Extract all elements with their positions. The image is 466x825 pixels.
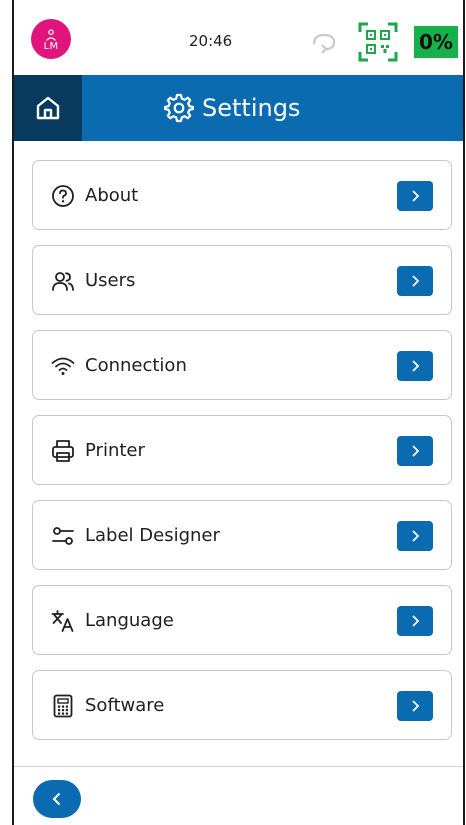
battery-indicator: 0% <box>414 26 458 58</box>
open-printer-button[interactable] <box>397 436 433 466</box>
footer-divider <box>14 766 463 767</box>
chevron-right-icon <box>412 530 420 542</box>
chevron-right-icon <box>412 615 420 627</box>
sliders-icon <box>52 527 74 545</box>
users-icon <box>52 272 74 291</box>
menu-item-about[interactable]: About <box>32 160 452 230</box>
menu-item-connection[interactable]: Connection <box>32 330 452 400</box>
wifi-icon <box>51 357 75 375</box>
user-avatar[interactable]: LM <box>31 19 71 59</box>
settings-menu: About Users Connection Printer Label Des… <box>32 160 452 755</box>
chevron-left-icon <box>52 792 61 806</box>
menu-item-language[interactable]: Language <box>32 585 452 655</box>
chevron-right-icon <box>412 700 420 712</box>
open-users-button[interactable] <box>397 266 433 296</box>
gear-icon <box>164 93 194 123</box>
clock-time: 20:46 <box>189 32 233 50</box>
help-circle-icon <box>52 185 74 207</box>
chevron-right-icon <box>412 445 420 457</box>
printer-icon <box>52 440 74 462</box>
menu-item-printer[interactable]: Printer <box>32 415 452 485</box>
menu-item-label-designer[interactable]: Label Designer <box>32 500 452 570</box>
user-initials: LM <box>43 40 59 52</box>
calculator-icon <box>53 694 73 718</box>
translate-icon <box>51 610 74 632</box>
chevron-right-icon <box>412 360 420 372</box>
home-button[interactable] <box>14 75 82 141</box>
home-icon <box>36 96 60 120</box>
open-about-button[interactable] <box>397 181 433 211</box>
page-title: Settings <box>202 94 301 122</box>
menu-item-label: Language <box>85 610 174 631</box>
menu-item-software[interactable]: Software <box>32 670 452 740</box>
menu-item-label: Connection <box>85 355 187 376</box>
sync-icon <box>312 33 336 54</box>
menu-item-label: Printer <box>85 440 145 461</box>
header-title-group: Settings <box>164 75 300 141</box>
qr-code-icon[interactable] <box>358 22 398 62</box>
open-label-designer-button[interactable] <box>397 521 433 551</box>
chevron-right-icon <box>412 190 420 202</box>
person-icon <box>46 28 56 41</box>
device-frame: LM 20:46 0% Settings About Users Connect… <box>12 0 465 825</box>
menu-item-label: Software <box>85 695 165 716</box>
status-bar: LM 20:46 0% <box>14 0 463 75</box>
open-connection-button[interactable] <box>397 351 433 381</box>
open-language-button[interactable] <box>397 606 433 636</box>
chevron-right-icon <box>412 275 420 287</box>
menu-item-users[interactable]: Users <box>32 245 452 315</box>
menu-item-label: Users <box>85 270 136 291</box>
menu-item-label: Label Designer <box>85 525 220 546</box>
menu-item-label: About <box>85 185 139 206</box>
back-button[interactable] <box>33 780 81 818</box>
app-header: Settings <box>14 75 463 141</box>
open-software-button[interactable] <box>397 691 433 721</box>
